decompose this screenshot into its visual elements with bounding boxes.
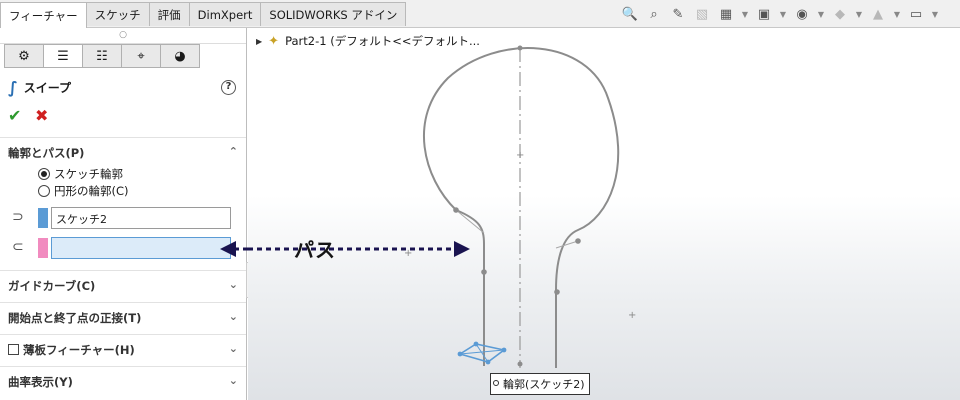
command-tabs: フィーチャー スケッチ 評価 DimXpert SOLIDWORKS アドイン	[0, 2, 407, 28]
sketch-point	[485, 359, 491, 365]
sketch-point	[575, 238, 581, 244]
chevron-down-icon[interactable]: ⌄	[229, 342, 238, 355]
chevron-down-icon[interactable]: ⌄	[229, 278, 238, 291]
chevron-down-icon[interactable]: ▼	[892, 4, 902, 24]
view-orientation-icon[interactable]: ▦	[716, 4, 736, 24]
tab-features[interactable]: フィーチャー	[0, 2, 87, 28]
section-thin-feature[interactable]: 薄板フィーチャー(H) ⌄	[0, 334, 246, 364]
sketch-point	[481, 269, 487, 275]
panel-grip[interactable]: ○	[0, 28, 246, 44]
arrow-overlay	[220, 241, 250, 257]
sketch-point	[554, 289, 560, 295]
profile-icon: ⊃	[12, 209, 24, 225]
section-title: 開始点と終了点の正接(T)	[8, 310, 142, 325]
chevron-down-icon[interactable]: ▼	[778, 4, 788, 24]
section-tangency[interactable]: 開始点と終了点の正接(T) ⌄	[0, 302, 246, 332]
thin-feature-checkbox[interactable]	[8, 344, 19, 355]
arrow-head-left	[220, 241, 236, 257]
zoom-to-area-icon[interactable]: ⌕	[644, 4, 664, 24]
tooltip-text: 輪郭(スケッチ2)	[503, 378, 585, 391]
hide-show-icon[interactable]: ◉	[792, 4, 812, 24]
cancel-button[interactable]: ✖	[35, 106, 48, 125]
tab-sketch[interactable]: スケッチ	[85, 2, 150, 26]
command-manager: フィーチャー スケッチ 評価 DimXpert SOLIDWORKS アドイン …	[0, 0, 960, 28]
construction-line	[555, 240, 579, 249]
path-field[interactable]	[51, 237, 231, 259]
section-view-icon[interactable]: ▧	[692, 4, 712, 24]
sketch-point	[517, 361, 523, 367]
path-callout-label: パス	[294, 238, 336, 262]
origin-mark: +	[628, 310, 636, 321]
sketch-point	[473, 341, 479, 347]
section-title: ガイドカーブ(C)	[8, 278, 96, 293]
ok-button[interactable]: ✔	[8, 106, 21, 125]
chevron-down-icon[interactable]: ▼	[816, 4, 826, 24]
apply-scene-icon[interactable]: ▲	[868, 4, 888, 24]
feature-title: ∫ スイープ	[8, 78, 71, 97]
sketch-canvas: + + +	[248, 45, 636, 368]
graphics-area[interactable]: ▶ ✦ Part2-1 (デフォルト<<デフォルト... + + + パス 輪郭…	[248, 28, 960, 400]
heads-up-toolbar: 🔍 ⌕ ✎ ▧ ▦ ▼ ▣ ▼ ◉ ▼ ◆ ▼ ▲ ▼ ▭ ▼	[620, 4, 940, 24]
tab-evaluate[interactable]: 評価	[148, 2, 190, 26]
radio-label: スケッチ輪郭	[54, 167, 123, 181]
radio-circular-profile[interactable]: 円形の輪郭(C)	[38, 183, 129, 199]
profile-color-swatch	[38, 208, 48, 228]
section-guide-curves[interactable]: ガイドカーブ(C) ⌄	[0, 270, 246, 300]
tab-addins[interactable]: SOLIDWORKS アドイン	[260, 2, 407, 26]
tooltip-pin-icon	[493, 380, 499, 386]
section-title: 薄板フィーチャー(H)	[23, 342, 135, 357]
chevron-down-icon[interactable]: ▼	[854, 4, 864, 24]
chevron-down-icon[interactable]: ⌄	[229, 310, 238, 323]
display-style-icon[interactable]: ▣	[754, 4, 774, 24]
chevron-up-icon[interactable]: ⌃	[229, 145, 238, 158]
sweep-path-curve[interactable]	[423, 47, 620, 368]
property-manager: ○ ⚙ ☰ ☷ ⌖ ◕ ∫ スイープ ? ✔ ✖ 輪郭とパス(P) ⌃ スケッチ…	[0, 28, 247, 400]
sweep-icon: ∫	[8, 78, 18, 97]
feature-name: スイープ	[23, 81, 72, 95]
section-profile-path[interactable]: 輪郭とパス(P) ⌃	[0, 137, 246, 167]
view-settings-icon[interactable]: ▭	[906, 4, 926, 24]
profile-tooltip: 輪郭(スケッチ2)	[490, 373, 590, 395]
feature-manager-tab-icon[interactable]: ⚙	[4, 44, 44, 68]
manager-tabs: ⚙ ☰ ☷ ⌖ ◕	[0, 44, 246, 70]
section-title: 曲率表示(Y)	[8, 374, 73, 389]
sketch-point	[501, 347, 507, 353]
chevron-down-icon[interactable]: ▼	[930, 4, 940, 24]
display-manager-tab-icon[interactable]: ◕	[160, 44, 200, 68]
section-title: 輪郭とパス(P)	[8, 145, 85, 160]
radio-sketch-profile[interactable]: スケッチ輪郭	[38, 166, 123, 182]
edit-appearance-icon[interactable]: ◆	[830, 4, 850, 24]
property-manager-tab-icon[interactable]: ☰	[43, 44, 83, 68]
section-curvature[interactable]: 曲率表示(Y) ⌄	[0, 366, 246, 396]
configuration-manager-tab-icon[interactable]: ☷	[82, 44, 122, 68]
radio-label: 円形の輪郭(C)	[54, 184, 129, 198]
arrow-head-right	[454, 241, 470, 257]
profile-field[interactable]: スケッチ2	[51, 207, 231, 229]
dimxpert-manager-tab-icon[interactable]: ⌖	[121, 44, 161, 68]
sketch-point	[453, 207, 459, 213]
radio-button[interactable]	[38, 168, 50, 180]
chevron-down-icon[interactable]: ▼	[740, 4, 750, 24]
construction-line	[455, 209, 485, 234]
path-color-swatch	[38, 238, 48, 258]
radio-button[interactable]	[38, 185, 50, 197]
origin-mark: +	[516, 150, 524, 161]
previous-view-icon[interactable]: ✎	[668, 4, 688, 24]
zoom-to-fit-icon[interactable]: 🔍	[620, 4, 640, 24]
sketch-point	[457, 351, 463, 357]
tab-dimxpert[interactable]: DimXpert	[188, 2, 262, 26]
chevron-down-icon[interactable]: ⌄	[229, 374, 238, 387]
help-icon[interactable]: ?	[221, 80, 236, 95]
path-icon: ⊂	[12, 239, 24, 255]
